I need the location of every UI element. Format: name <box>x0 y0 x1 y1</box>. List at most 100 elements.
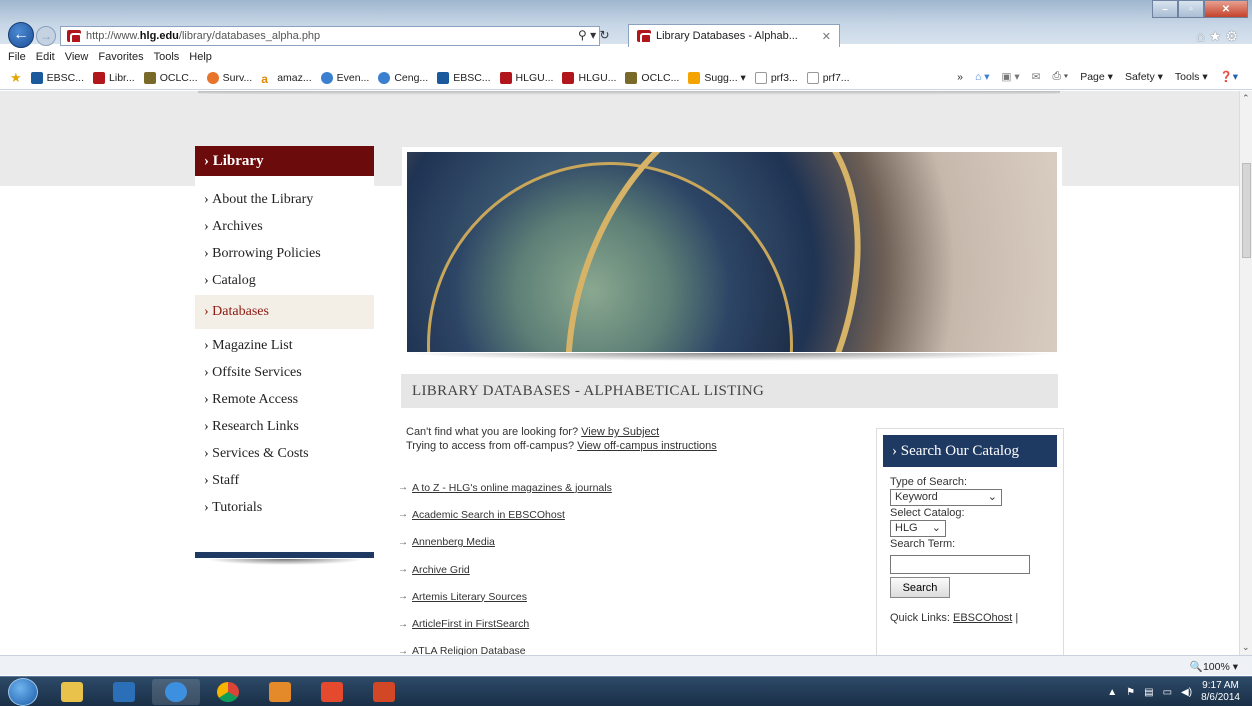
search-term-input[interactable] <box>890 555 1030 574</box>
print-icon[interactable]: ⎙ ▾ <box>1052 70 1068 83</box>
sidebar-item-tutorials[interactable]: › Tutorials <box>195 494 374 521</box>
settings-gear-icon[interactable]: ⚙ <box>1225 28 1242 44</box>
ie-taskbar-button[interactable] <box>152 679 200 705</box>
menu-help[interactable]: Help <box>189 51 212 63</box>
favorite-link[interactable]: Surv... <box>206 71 252 84</box>
browser-title-bar: – ▫ ✕ ← → http://www. hlg.edu/library/dat… <box>0 0 1252 48</box>
chevron-more-icon[interactable]: » <box>957 71 963 83</box>
network-icon[interactable]: ▤ <box>1144 687 1153 698</box>
search-type-label: Type of Search: <box>890 476 968 488</box>
sidebar-item-archives[interactable]: › Archives <box>195 213 374 240</box>
media-player-icon <box>113 682 135 702</box>
favorite-link[interactable]: HLGU... <box>562 71 616 84</box>
favorite-link[interactable]: HLGU... <box>499 71 553 84</box>
action-center-flag-icon[interactable]: ⚑ <box>1126 687 1135 698</box>
catalog-select[interactable]: HLG ⌄ <box>890 520 946 537</box>
add-favorites-star-icon[interactable]: ★ <box>10 70 22 86</box>
menu-favorites[interactable]: Favorites <box>98 51 143 63</box>
zoom-control[interactable]: 🔍100% ▾ <box>1190 660 1238 673</box>
home-icon[interactable]: ⌂ <box>1196 28 1208 44</box>
globe-hero-image <box>407 152 1057 352</box>
feeds-icon[interactable]: ▣ ▾ <box>1002 71 1020 83</box>
app-taskbar-button[interactable] <box>308 679 356 705</box>
menu-tools[interactable]: Tools <box>154 51 180 63</box>
favorite-link[interactable]: EBSC... <box>30 71 84 84</box>
sidebar-item-about[interactable]: › About the Library <box>195 186 374 213</box>
address-bar[interactable]: http://www. hlg.edu/library/databases_alp… <box>60 26 600 46</box>
database-link[interactable]: Artemis Literary Sources <box>412 591 527 603</box>
maximize-button[interactable]: ▫ <box>1178 0 1204 18</box>
menu-view[interactable]: View <box>65 51 89 63</box>
close-tab-icon[interactable]: ✕ <box>822 30 831 43</box>
back-button[interactable]: ← <box>8 22 34 48</box>
start-button[interactable] <box>8 678 38 706</box>
favorite-link[interactable]: Even... <box>320 71 369 84</box>
favorite-link[interactable]: Ceng... <box>378 71 428 84</box>
display-icon[interactable]: ▭ <box>1163 687 1172 698</box>
favorite-link[interactable]: OCLC... <box>625 71 679 84</box>
favorite-link[interactable]: prf7... <box>806 71 850 84</box>
minimize-button[interactable]: – <box>1152 0 1178 18</box>
sidebar-heading[interactable]: › Library <box>195 146 374 176</box>
url-path: /library/databases_alpha.php <box>178 30 321 42</box>
database-link[interactable]: ArticleFirst in FirstSearch <box>412 618 529 630</box>
ebsco-icon <box>30 71 43 84</box>
scroll-up-icon[interactable]: ⌃ <box>1242 93 1250 104</box>
favorite-link[interactable]: EBSC... <box>437 71 491 84</box>
sidebar-item-borrowing-policies[interactable]: › Borrowing Policies <box>195 240 374 267</box>
browser-tab[interactable]: Library Databases - Alphab... ✕ <box>628 24 840 47</box>
safety-menu[interactable]: Safety ▾ <box>1125 71 1163 83</box>
favorites-star-icon[interactable]: ★ <box>1209 28 1226 44</box>
favorite-link[interactable]: prf3... <box>754 71 798 84</box>
hlg-icon <box>499 71 512 84</box>
favorite-link[interactable]: a amaz... <box>261 71 312 86</box>
off-campus-instructions-link[interactable]: View off-campus instructions <box>577 440 717 452</box>
catalog-search-button[interactable]: Search <box>890 577 950 598</box>
powerpoint-taskbar-button[interactable] <box>360 679 408 705</box>
database-link[interactable]: Archive Grid <box>412 564 470 576</box>
outlook-icon <box>269 682 291 702</box>
sidebar-item-databases[interactable]: › Databases <box>195 295 374 329</box>
volume-icon[interactable]: ◀) <box>1181 687 1192 698</box>
forward-button[interactable]: → <box>36 26 56 46</box>
show-hidden-icons-icon[interactable]: ▲ <box>1107 687 1117 698</box>
explorer-taskbar-button[interactable] <box>48 679 96 705</box>
page-menu[interactable]: Page ▾ <box>1080 71 1113 83</box>
home-icon[interactable]: ⌂ ▾ <box>975 71 990 83</box>
menu-edit[interactable]: Edit <box>36 51 55 63</box>
command-bar: » ⌂ ▾ ▣ ▾ ✉ ⎙ ▾ Page ▾ Safety ▾ Tools ▾ … <box>957 70 1238 83</box>
search-type-select[interactable]: Keyword ⌄ <box>890 489 1002 506</box>
address-tools[interactable]: ⚲ ▾ ↻ <box>578 28 610 42</box>
close-window-button[interactable]: ✕ <box>1204 0 1248 18</box>
sidebar-item-services-costs[interactable]: › Services & Costs <box>195 440 374 467</box>
tools-menu[interactable]: Tools ▾ <box>1175 71 1208 83</box>
chrome-taskbar-button[interactable] <box>204 679 252 705</box>
system-clock[interactable]: 9:17 AM 8/6/2014 <box>1201 680 1240 704</box>
sidebar-item-research-links[interactable]: › Research Links <box>195 413 374 440</box>
favorite-link[interactable]: Sugg... ▾ <box>688 71 746 84</box>
favorite-link[interactable]: OCLC... <box>143 71 198 84</box>
favorite-link[interactable]: Libr... <box>93 71 135 84</box>
mail-icon[interactable]: ✉ <box>1032 71 1041 83</box>
outlook-taskbar-button[interactable] <box>256 679 304 705</box>
sidebar-item-remote-access[interactable]: › Remote Access <box>195 386 374 413</box>
sidebar-item-catalog[interactable]: › Catalog <box>195 267 374 294</box>
database-link[interactable]: Annenberg Media <box>412 536 495 548</box>
view-by-subject-link[interactable]: View by Subject <box>581 426 659 438</box>
ebscohost-quick-link[interactable]: EBSCOhost <box>953 612 1012 624</box>
database-link[interactable]: A to Z - HLG's online magazines & journa… <box>412 482 612 494</box>
vertical-scrollbar[interactable]: ⌃ ⌄ <box>1239 91 1252 655</box>
search-icon[interactable]: ⚲ <box>578 28 587 42</box>
menu-file[interactable]: File <box>8 51 26 63</box>
scroll-down-icon[interactable]: ⌄ <box>1242 642 1250 653</box>
refresh-icon[interactable]: ↻ <box>600 28 610 42</box>
sidebar-item-offsite-services[interactable]: › Offsite Services <box>195 359 374 386</box>
database-link[interactable]: Academic Search in EBSCOhost <box>412 509 565 521</box>
help-icon[interactable]: ❓▾ <box>1220 70 1238 83</box>
oclc-icon <box>625 71 638 84</box>
database-link[interactable]: ATLA Religion Database <box>412 645 526 655</box>
scrollbar-thumb[interactable] <box>1242 163 1251 258</box>
sidebar-item-magazine-list[interactable]: › Magazine List <box>195 332 374 359</box>
sidebar-item-staff[interactable]: › Staff <box>195 467 374 494</box>
media-taskbar-button[interactable] <box>100 679 148 705</box>
